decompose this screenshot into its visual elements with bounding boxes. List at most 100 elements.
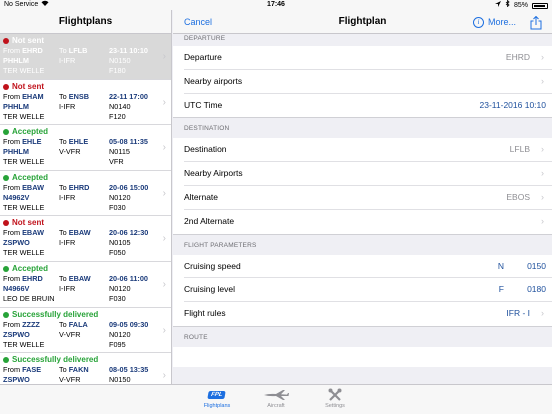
status-dot-icon <box>3 83 9 90</box>
cruise-level: VFR <box>109 157 124 167</box>
from-label: From <box>3 319 21 329</box>
tab-bar: FPL Flightplans Aircraft Settings <box>0 384 552 414</box>
cruise-speed: N0120 <box>109 283 131 293</box>
from-label: From <box>3 46 21 55</box>
fpl-logo-icon: FPL <box>207 391 227 399</box>
chevron-right-icon: › <box>162 187 166 199</box>
alternate-value: EBOS <box>506 191 530 202</box>
flight-rules-cell[interactable]: Flight rules IFR - I › <box>184 302 552 326</box>
destination-value: LFLB <box>509 144 530 155</box>
aircraft-registration: PHHLM <box>3 56 29 65</box>
tab-aircraft-label: Aircraft <box>267 403 285 409</box>
more-button[interactable]: i More... <box>472 10 516 34</box>
flightplan-list-item[interactable]: Not sent From EHRD To LFLB 23-11 10:10 PHHLM… <box>0 34 171 80</box>
route-group <box>173 346 552 367</box>
tab-settings[interactable]: Settings <box>310 387 360 409</box>
aircraft-registration: ZSPWO <box>3 238 30 248</box>
from-label: From <box>3 365 21 375</box>
to-label: To <box>59 137 67 147</box>
alternate-cell[interactable]: Alternate EBOS › <box>184 186 552 210</box>
flightplan-status-text: Successfully delivered <box>12 355 99 365</box>
flightplan-list-item[interactable]: Not sent From EHAM To ENSB 22-11 17:00 PHHLM… <box>0 80 171 126</box>
chevron-right-icon: › <box>162 51 166 62</box>
tab-flightplans[interactable]: FPL Flightplans <box>192 387 242 409</box>
location-icon <box>494 0 501 11</box>
cruising-level-value[interactable]: 0180 <box>527 278 546 302</box>
flightplan-status: Accepted <box>3 127 168 137</box>
second-alternate-cell[interactable]: 2nd Alternate › <box>184 210 552 234</box>
to-airport: FAKN <box>68 365 89 375</box>
pilot-name: LEO DE BRUIN <box>3 293 55 303</box>
from-airport: EHRD <box>22 273 43 283</box>
flight-rules: V-VFR <box>59 329 81 339</box>
to-label: To <box>59 182 67 192</box>
pilot-name: TER WELLE <box>3 202 45 212</box>
flightplan-list-item[interactable]: Not sent From EBAW To EBAW 20-06 12:30 ZSPWO… <box>0 216 171 262</box>
cruise-speed: N0120 <box>109 192 131 202</box>
status-dot-icon <box>3 174 9 181</box>
from-label: From <box>3 273 21 283</box>
flight-rules-label: Flight rules <box>184 308 226 319</box>
to-airport: EHLE <box>68 137 89 147</box>
flightplan-status: Accepted <box>3 264 168 274</box>
nearby-airports-destination-cell[interactable]: Nearby Airports › <box>184 162 552 186</box>
flightplan-status: Accepted <box>3 173 168 183</box>
aircraft-registration: ZSPWO <box>3 329 30 339</box>
to-airport: FALA <box>68 319 88 329</box>
flight-datetime: 22-11 17:00 <box>109 91 148 101</box>
status-dot-icon <box>3 38 9 44</box>
to-airport: LFLB <box>68 46 88 55</box>
utc-time-cell[interactable]: UTC Time 23-11-2016 10:10 <box>184 94 552 118</box>
cruise-level: F120 <box>109 111 126 121</box>
airplane-icon <box>251 387 301 403</box>
utc-time-label: UTC Time <box>184 99 223 110</box>
departure-group: Departure EHRD › Nearby airports › UTC T… <box>173 46 552 119</box>
tools-icon <box>310 387 360 403</box>
flightplan-list-item[interactable]: Accepted From EBAW To EHRD 20-06 15:00 N4962… <box>0 171 171 217</box>
flightplan-list-item[interactable]: Accepted From EHLE To EHLE 05-08 11:35 PHHLM… <box>0 125 171 171</box>
share-icon[interactable] <box>530 15 542 30</box>
flight-rules: I-IFR <box>59 56 76 65</box>
flightplan-list-item[interactable]: Accepted From EHRD To EBAW 20-06 11:00 N4966… <box>0 262 171 308</box>
to-airport: ENSB <box>68 91 90 101</box>
tab-aircraft[interactable]: Aircraft <box>251 387 301 409</box>
cruising-level-cell[interactable]: Cruising level F 0180 <box>184 278 552 303</box>
flightplans-pane: Flightplans Not sent From EHRD To LFLB 23-1… <box>0 10 172 384</box>
chevron-right-icon: › <box>162 96 166 108</box>
chevron-right-icon: › <box>541 168 544 179</box>
to-label: To <box>59 91 67 101</box>
cruising-speed-unit[interactable]: N <box>498 255 504 279</box>
to-airport: EBAW <box>68 228 91 238</box>
aircraft-registration: PHHLM <box>3 101 29 111</box>
nearby-airports-cell[interactable]: Nearby airports › <box>184 70 552 94</box>
cruise-level: F030 <box>109 202 126 212</box>
from-label: From <box>3 137 21 147</box>
tab-flightplans-label: Flightplans <box>203 403 231 409</box>
flight-rules: I-IFR <box>59 238 76 248</box>
departure-cell[interactable]: Departure EHRD › <box>184 46 552 70</box>
from-airport: EHRD <box>22 46 43 55</box>
to-label: To <box>59 319 67 329</box>
flightplan-list-item[interactable]: Successfully delivered From ZZZZ To FALA 09… <box>0 308 171 354</box>
aircraft-registration: PHHLM <box>3 147 29 157</box>
flight-datetime: 09-05 09:30 <box>109 319 149 329</box>
from-airport: EBAW <box>22 228 44 238</box>
from-airport: EBAW <box>22 182 44 192</box>
to-label: To <box>59 46 67 55</box>
flightplan-status-text: Not sent <box>12 81 44 91</box>
cruising-level-unit[interactable]: F <box>499 278 504 302</box>
second-alternate-label: 2nd Alternate <box>184 215 235 226</box>
flightplan-status-text: Accepted <box>12 263 49 273</box>
cruising-speed-value[interactable]: 0150 <box>527 255 546 279</box>
status-dot-icon <box>3 129 9 136</box>
flightplan-detail-pane: Cancel Flightplan i More... DEPARTURE De… <box>173 10 552 384</box>
flightplan-status-text: Not sent <box>12 218 44 228</box>
destination-cell[interactable]: Destination LFLB › <box>184 138 552 163</box>
cruise-level: F050 <box>109 248 126 258</box>
pilot-name: TER WELLE <box>3 111 45 121</box>
flight-rules: I-IFR <box>59 192 76 202</box>
chevron-right-icon: › <box>162 370 166 382</box>
cruising-speed-cell[interactable]: Cruising speed N 0150 <box>184 255 552 279</box>
flightplan-list-item[interactable]: Successfully delivered From FASE To FAKN 08… <box>0 353 171 384</box>
chevron-right-icon: › <box>162 233 166 245</box>
